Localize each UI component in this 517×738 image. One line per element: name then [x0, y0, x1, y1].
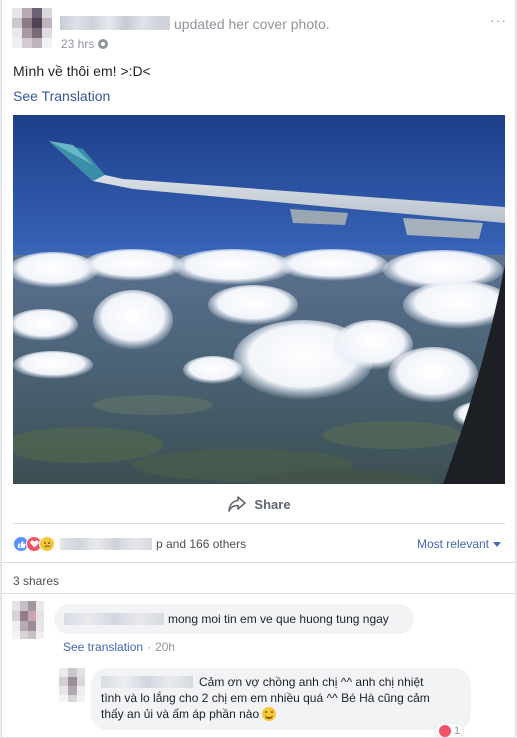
sad-reaction-icon: [39, 536, 55, 552]
share-button[interactable]: Share: [2, 488, 515, 520]
reactions-count-text: p and 166 others: [156, 537, 247, 551]
caret-down-icon: [493, 541, 501, 547]
see-translation-link[interactable]: See Translation: [13, 88, 110, 104]
author-name-blurred[interactable]: [60, 16, 170, 30]
comment-see-translation-link[interactable]: See translation: [63, 640, 143, 654]
reply-line: tình và lo lắng cho 2 chị em em nhiều qu…: [101, 690, 461, 706]
divider: [2, 562, 515, 563]
globe-icon[interactable]: [98, 39, 109, 49]
reply-text-line1: Cảm ơn vợ chồng anh chị ^^ anh chị nhiệt: [199, 675, 424, 689]
replier-name-blurred[interactable]: [101, 676, 193, 688]
activity-text: updated her cover photo.: [174, 16, 330, 32]
comment-sort-dropdown[interactable]: Most relevant: [417, 537, 501, 551]
meta-separator: ·: [147, 640, 152, 654]
comment-text: mong moi tin em ve que huong tung ngay: [168, 612, 389, 626]
post-card: updated her cover photo. 23 hrs ··· Mình…: [1, 0, 516, 738]
divider: [13, 523, 505, 524]
reactions-summary[interactable]: p and 166 others: [13, 535, 246, 553]
sort-label: Most relevant: [416, 537, 489, 551]
reply-line: thấy an ủi và ấm áp phần nào: [101, 706, 461, 722]
smile-emoji-icon: [262, 707, 277, 721]
reaction-count: 1: [454, 725, 461, 737]
share-arrow-icon: [228, 496, 247, 512]
timestamp[interactable]: 23 hrs: [61, 37, 94, 51]
reply-text-line3: thấy an ủi và ấm áp phần nào: [101, 707, 260, 721]
commenter-avatar[interactable]: [12, 601, 44, 639]
love-reaction-icon: [439, 725, 451, 737]
shares-count[interactable]: 3 shares: [13, 574, 59, 588]
reply-text-line2: tình và lo lắng cho 2 chị em em nhiều qu…: [101, 691, 430, 705]
reply-bubble: Cảm ơn vợ chồng anh chị ^^ anh chị nhiệt…: [91, 668, 471, 730]
cover-photo[interactable]: [13, 115, 505, 484]
replier-avatar[interactable]: [59, 668, 85, 702]
post-meta: 23 hrs: [61, 37, 109, 51]
post-header: updated her cover photo. 23 hrs ···: [12, 8, 507, 52]
reply-reaction-count[interactable]: 1: [436, 724, 464, 737]
reply-line: Cảm ơn vợ chồng anh chị ^^ anh chị nhiệt: [101, 674, 461, 690]
comment-time[interactable]: 20h: [155, 640, 175, 654]
commenter-name-blurred[interactable]: [64, 613, 164, 625]
reactor-names-blurred: [60, 538, 152, 550]
comment-meta: See translation · 20h: [63, 640, 175, 654]
share-label: Share: [254, 496, 291, 512]
divider: [2, 593, 515, 594]
avatar[interactable]: [12, 8, 52, 48]
comment-bubble: mong moi tin em ve que huong tung ngay: [54, 604, 414, 634]
post-text: Mình về thôi em! >:D<: [13, 63, 151, 79]
more-options-icon[interactable]: ···: [490, 12, 507, 28]
